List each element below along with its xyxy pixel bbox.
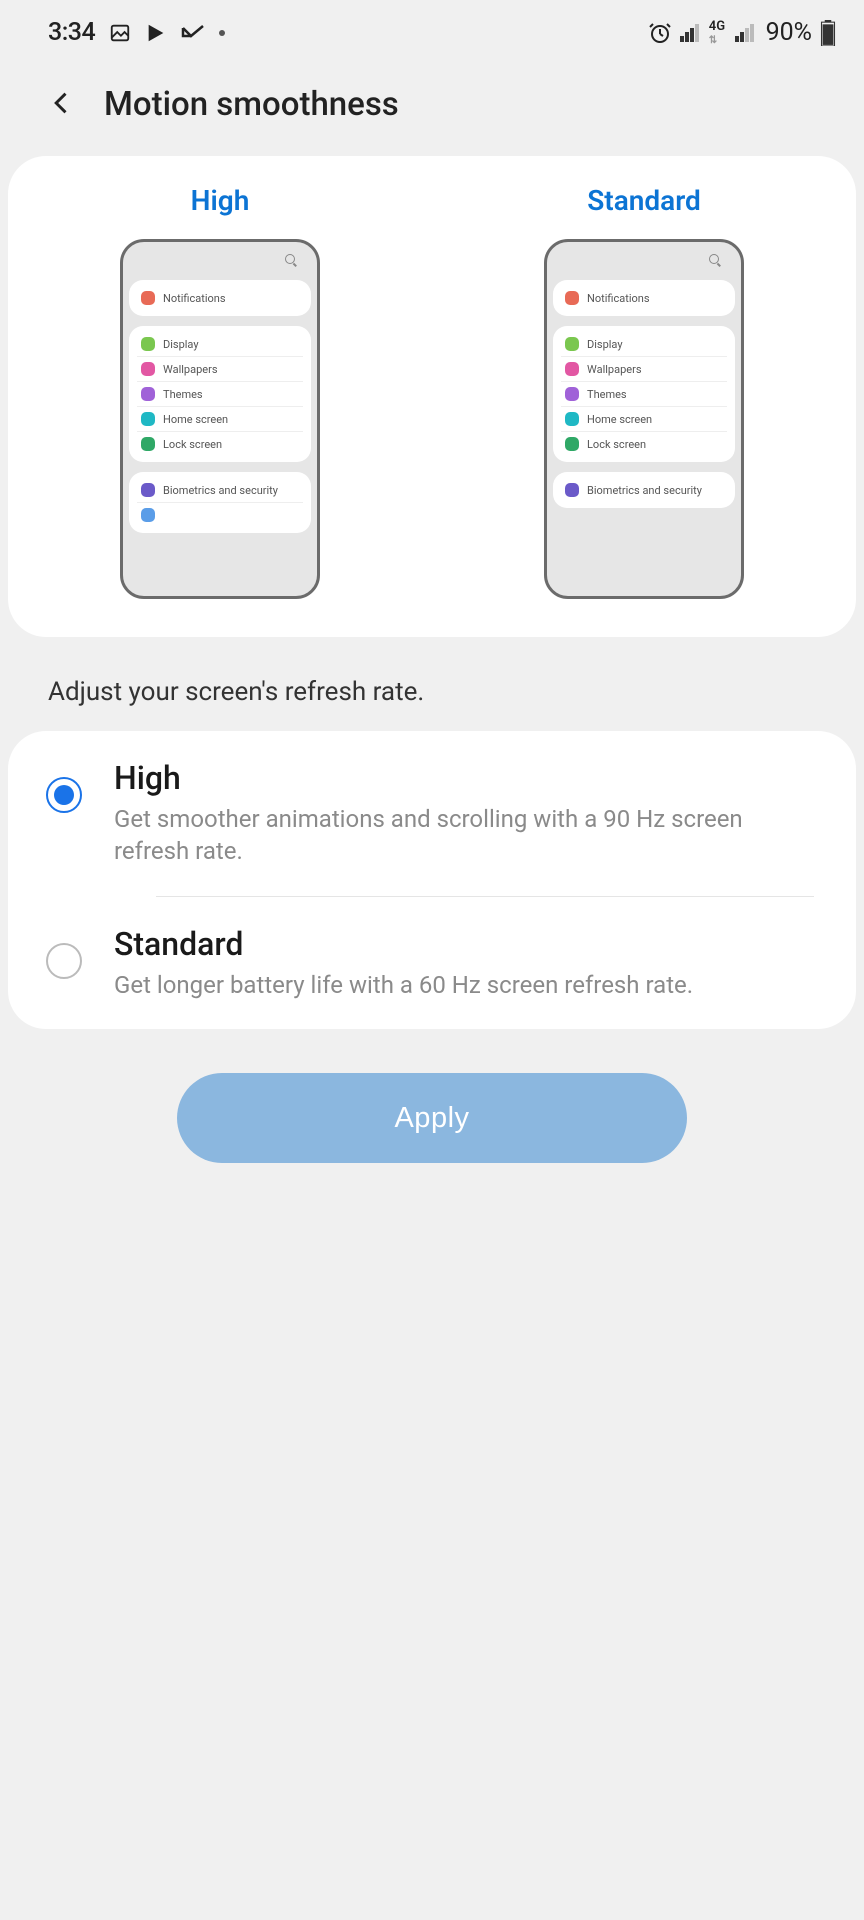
status-time: 3:34 bbox=[48, 18, 95, 47]
network-type: 4G⇅ bbox=[709, 20, 725, 46]
status-bar: 3:34 4G⇅ 90% bbox=[0, 0, 864, 57]
battery-percent: 90% bbox=[766, 18, 812, 47]
preview-panel: High Notifications Display Wallpapers Th… bbox=[8, 156, 856, 637]
signal-icon bbox=[680, 24, 699, 42]
header: Motion smoothness bbox=[0, 57, 864, 156]
more-notifications-icon bbox=[219, 30, 225, 36]
preview-standard[interactable]: Standard Notifications Display Wallpaper… bbox=[544, 184, 744, 599]
phone-mock-high: Notifications Display Wallpapers Themes … bbox=[120, 239, 320, 599]
alarm-icon bbox=[648, 21, 672, 45]
option-high-desc: Get smoother animations and scrolling wi… bbox=[114, 803, 808, 868]
radio-high[interactable] bbox=[46, 777, 82, 813]
missed-call-icon bbox=[181, 24, 205, 42]
status-right: 4G⇅ 90% bbox=[648, 18, 836, 47]
preview-standard-label: Standard bbox=[587, 184, 701, 217]
preview-high[interactable]: High Notifications Display Wallpapers Th… bbox=[120, 184, 320, 599]
radio-standard[interactable] bbox=[46, 943, 82, 979]
signal-icon-2 bbox=[735, 24, 754, 42]
page-title: Motion smoothness bbox=[104, 85, 399, 124]
option-standard[interactable]: Standard Get longer battery life with a … bbox=[8, 897, 856, 1029]
status-left: 3:34 bbox=[48, 18, 225, 47]
back-button[interactable] bbox=[48, 89, 76, 121]
search-icon bbox=[709, 254, 719, 264]
preview-high-label: High bbox=[191, 184, 250, 217]
option-standard-title: Standard bbox=[114, 925, 808, 963]
search-icon bbox=[285, 254, 295, 264]
option-standard-desc: Get longer battery life with a 60 Hz scr… bbox=[114, 969, 808, 1001]
option-high[interactable]: High Get smoother animations and scrolli… bbox=[8, 731, 856, 896]
apply-button[interactable]: Apply bbox=[177, 1073, 687, 1163]
gallery-icon bbox=[109, 22, 131, 44]
option-high-title: High bbox=[114, 759, 808, 797]
description-text: Adjust your screen's refresh rate. bbox=[0, 637, 864, 731]
play-store-icon bbox=[145, 22, 167, 44]
battery-icon bbox=[820, 20, 836, 46]
options-panel: High Get smoother animations and scrolli… bbox=[8, 731, 856, 1029]
phone-mock-standard: Notifications Display Wallpapers Themes … bbox=[544, 239, 744, 599]
